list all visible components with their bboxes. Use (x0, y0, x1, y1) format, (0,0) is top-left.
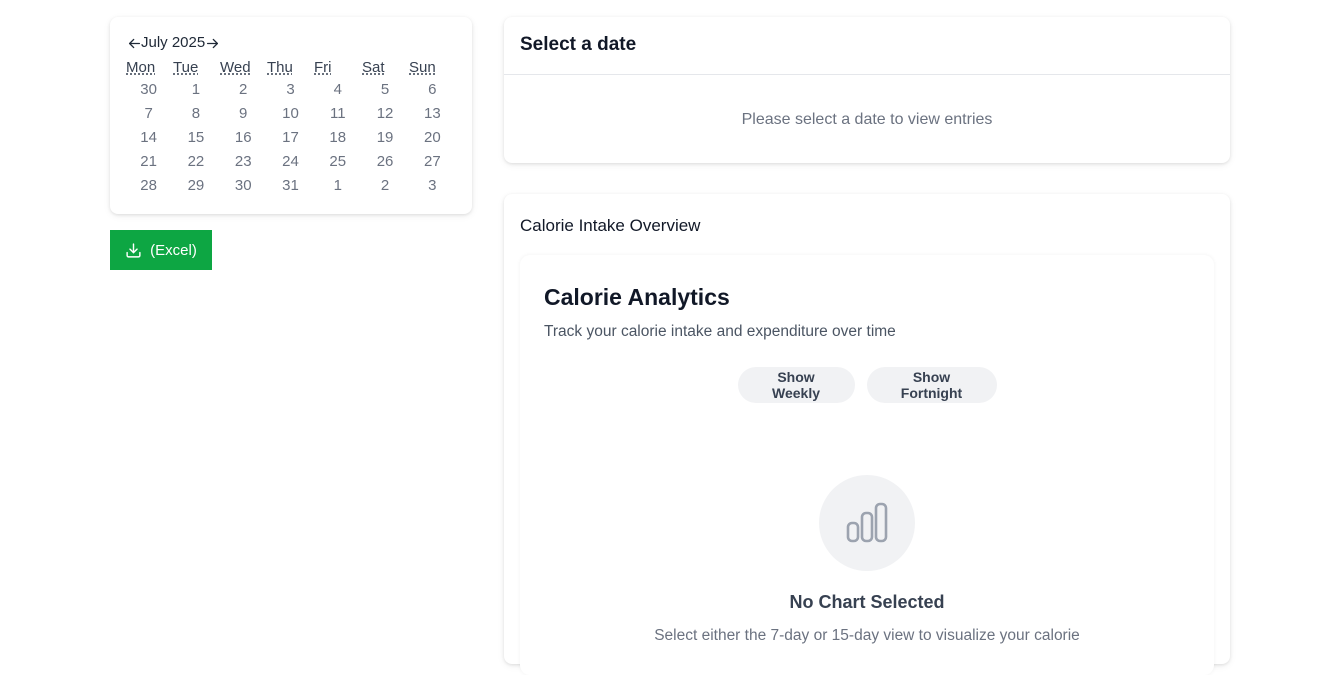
weekday-label: Fri (314, 59, 332, 76)
calendar-weekdays: Mon Tue Wed Thu Fri Sat Sun (110, 59, 472, 77)
calendar-day[interactable]: 22 (172, 152, 219, 176)
calendar-day[interactable]: 31 (267, 176, 314, 200)
no-chart-description: Select either the 7-day or 15-day view t… (654, 627, 1080, 644)
calendar-day[interactable]: 4 (314, 80, 361, 104)
calendar-day[interactable]: 13 (409, 104, 456, 128)
weekday-label: Tue (173, 59, 199, 76)
date-entries-panel: Select a date Please select a date to vi… (504, 17, 1230, 163)
calorie-analytics-panel: Calorie Analytics Track your calorie int… (520, 255, 1214, 675)
show-fortnight-button[interactable]: Show Fortnight (866, 367, 997, 403)
calendar-day[interactable]: 12 (361, 104, 408, 128)
calendar-day[interactable]: 10 (267, 104, 314, 128)
calendar-day[interactable]: 1 (172, 80, 219, 104)
calendar-navigation: July 2025 (127, 33, 219, 53)
no-chart-title: No Chart Selected (789, 592, 945, 612)
calendar-week: 7 8 9 10 11 12 13 (125, 104, 456, 128)
arrow-left-icon[interactable] (127, 35, 141, 51)
calendar-day[interactable]: 7 (125, 104, 172, 128)
export-excel-button[interactable]: (Excel) (110, 230, 212, 270)
calendar-day[interactable]: 9 (220, 104, 267, 128)
calendar-day[interactable]: 21 (125, 152, 172, 176)
calendar-day[interactable]: 24 (267, 152, 314, 176)
bar-chart-icon (846, 502, 888, 543)
calendar-day[interactable]: 3 (409, 176, 456, 200)
calendar-day[interactable]: 6 (409, 80, 456, 104)
analytics-subtitle: Track your calorie intake and expenditur… (544, 323, 896, 340)
calendar-day[interactable]: 28 (125, 176, 172, 200)
calendar-day[interactable]: 11 (314, 104, 361, 128)
calendar-week: 14 15 16 17 18 19 20 (125, 128, 456, 152)
date-panel-title: Select a date (520, 34, 637, 55)
empty-chart-icon-badge (819, 475, 915, 571)
calendar-day[interactable]: 5 (361, 80, 408, 104)
calendar-week: 28 29 30 31 1 2 3 (125, 176, 456, 200)
calendar-month-label[interactable]: July 2025 (141, 34, 205, 52)
calendar-day[interactable]: 30 (125, 80, 172, 104)
calendar-week: 21 22 23 24 25 26 27 (125, 152, 456, 176)
calendar: July 2025 Mon Tue Wed Thu Fri Sat Sun 30… (110, 17, 472, 214)
calendar-day[interactable]: 30 (220, 176, 267, 200)
calendar-day[interactable]: 2 (361, 176, 408, 200)
calendar-week: 30 1 2 3 4 5 6 (125, 80, 456, 104)
calendar-day[interactable]: 19 (361, 128, 408, 152)
calendar-grid: 30 1 2 3 4 5 6 7 8 9 10 11 12 13 14 15 1… (125, 80, 456, 200)
weekday-label: Wed (220, 59, 251, 76)
weekday-label: Mon (126, 59, 156, 76)
date-panel-header: Select a date (504, 17, 1230, 75)
download-icon (126, 242, 141, 258)
weekday-label: Thu (267, 59, 293, 76)
calendar-day[interactable]: 17 (267, 128, 314, 152)
overview-title: Calorie Intake Overview (520, 216, 701, 235)
show-weekly-button[interactable]: Show Weekly (737, 367, 855, 403)
calendar-day[interactable]: 26 (361, 152, 408, 176)
weekday-label: Sat (362, 59, 385, 76)
calendar-day[interactable]: 20 (409, 128, 456, 152)
calendar-day[interactable]: 8 (172, 104, 219, 128)
calendar-day[interactable]: 29 (172, 176, 219, 200)
calendar-day[interactable]: 1 (314, 176, 361, 200)
weekday-label: Sun (409, 59, 436, 76)
calendar-day[interactable]: 3 (267, 80, 314, 104)
calendar-day[interactable]: 14 (125, 128, 172, 152)
calendar-day[interactable]: 16 (220, 128, 267, 152)
export-excel-label: (Excel) (150, 241, 197, 259)
calendar-day[interactable]: 2 (220, 80, 267, 104)
calendar-day[interactable]: 15 (172, 128, 219, 152)
chart-range-toggle: Show Weekly Show Fortnight (520, 367, 1214, 403)
date-panel-empty-message: Please select a date to view entries (741, 111, 993, 128)
analytics-title: Calorie Analytics (544, 284, 730, 310)
arrow-right-icon[interactable] (205, 35, 219, 51)
calendar-day[interactable]: 25 (314, 152, 361, 176)
calendar-day[interactable]: 18 (314, 128, 361, 152)
calendar-day[interactable]: 23 (220, 152, 267, 176)
calorie-overview-card: Calorie Intake Overview Calorie Analytic… (504, 194, 1230, 675)
calendar-day[interactable]: 27 (409, 152, 456, 176)
